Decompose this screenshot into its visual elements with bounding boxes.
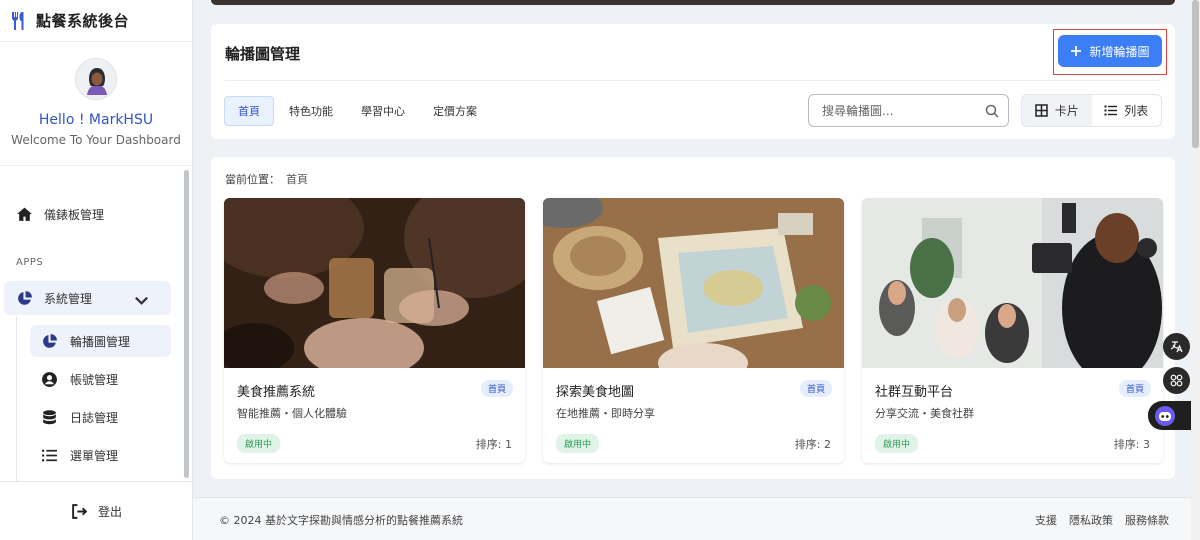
card-title: 美食推薦系統: [237, 385, 316, 400]
carousel-list-panel: 當前位置： 首頁 美食推薦系統 首頁 智能推薦・個人化體驗 啟用中 排序: 1: [211, 157, 1175, 479]
logout-label: 登出: [97, 504, 122, 519]
search-box: [808, 94, 1009, 127]
sidebar-item-label: 輪播圖管理: [70, 334, 131, 349]
divider: [225, 80, 1161, 81]
card-tag-badge: 首頁: [799, 380, 832, 397]
view-toggle: 卡片 列表: [1021, 94, 1162, 127]
carousel-header-panel: 輪播圖管理 新增輪播圖 首頁 特色功能 學習中心 定價方案 卡片 列表: [211, 24, 1175, 139]
page-scrollbar-thumb[interactable]: [1192, 0, 1199, 148]
logout-button[interactable]: 登出: [0, 481, 193, 540]
carousel-card[interactable]: 社群互動平台 首頁 分享交流・美食社群 啟用中 排序: 3: [862, 198, 1163, 463]
card-order: 排序: 1: [475, 438, 512, 451]
chevron-down-icon: [135, 296, 148, 305]
search-icon[interactable]: [985, 104, 999, 118]
welcome-text: Welcome To Your Dashboard: [11, 133, 181, 147]
status-badge: 啟用中: [556, 434, 600, 453]
profile: Hello ! MarkHSU Welcome To Your Dashboar…: [0, 42, 192, 166]
translate-icon: [1170, 341, 1183, 353]
sidebar-item-label: 帳號管理: [70, 372, 119, 387]
sidebar-item-label: 日誌管理: [70, 410, 119, 425]
avatar[interactable]: [75, 58, 117, 100]
view-card-label: 卡片: [1054, 104, 1079, 118]
card-order: 排序: 2: [794, 438, 831, 451]
sidebar-subitem-accounts[interactable]: 帳號管理: [30, 363, 171, 395]
footer-link-privacy[interactable]: 隱私政策: [1069, 512, 1113, 528]
sidebar-item-label: 儀錶板管理: [44, 207, 105, 222]
assistant-bot-button[interactable]: [1148, 401, 1194, 430]
app-title: 點餐系統後台: [36, 12, 130, 30]
bot-icon: [1155, 405, 1175, 426]
pie-chart-icon: [18, 290, 32, 305]
footer-links: 支援 隱私政策 服務條款: [1035, 512, 1169, 528]
plus-icon: [1071, 46, 1082, 56]
carousel-card[interactable]: 探索美食地圖 首頁 在地推薦・即時分享 啟用中 排序: 2: [543, 198, 844, 463]
apps-icon: [1170, 374, 1183, 387]
grid-icon: [1034, 104, 1048, 117]
footer-link-support[interactable]: 支援: [1035, 512, 1057, 528]
card-image: [543, 198, 844, 368]
database-icon: [43, 409, 56, 424]
sidebar-item-label: 系統管理: [44, 291, 93, 306]
sidebar-subitem-menus[interactable]: 選單管理: [30, 439, 171, 471]
card-subtitle: 智能推薦・個人化體驗: [237, 407, 347, 420]
logout-icon: [72, 503, 88, 519]
page-scrollbar[interactable]: [1191, 0, 1200, 540]
sidebar-item-dashboard[interactable]: 儀錶板管理: [4, 197, 171, 231]
card-subtitle: 分享交流・美食社群: [875, 407, 974, 420]
view-card-button[interactable]: 卡片: [1022, 95, 1092, 126]
sidebar-menu: 儀錶板管理 APPS 系統管理 輪播圖管理 帳號管理 日誌管理 選單管理: [0, 167, 193, 481]
card-order: 排序: 3: [1113, 438, 1150, 451]
view-list-button[interactable]: 列表: [1092, 95, 1162, 126]
view-list-label: 列表: [1124, 104, 1149, 118]
tab-pricing[interactable]: 定價方案: [420, 96, 490, 126]
user-greeting: Hello ! MarkHSU: [38, 112, 154, 128]
submenu-guide: [16, 317, 17, 481]
footer: © 2024 基於文字探勘與情感分析的點餐推薦系統 支援 隱私政策 服務條款: [193, 497, 1200, 540]
sidebar-scrollbar[interactable]: [184, 170, 189, 478]
status-badge: 啟用中: [875, 434, 919, 453]
breadcrumb-current[interactable]: 首頁: [286, 173, 308, 186]
breadcrumb-label: 當前位置：: [225, 173, 280, 186]
page-title: 輪播圖管理: [225, 45, 301, 63]
tab-features[interactable]: 特色功能: [276, 96, 346, 126]
apps-button[interactable]: [1163, 367, 1190, 394]
list-icon: [42, 449, 57, 461]
status-badge: 啟用中: [237, 434, 281, 453]
pie-chart-icon: [43, 333, 57, 348]
user-icon: [42, 371, 57, 387]
card-tag-badge: 首頁: [480, 380, 513, 397]
fork-knife-icon: [12, 11, 24, 30]
list-icon: [1104, 105, 1118, 116]
add-carousel-button[interactable]: 新增輪播圖: [1058, 35, 1162, 67]
sidebar-item-label: 選單管理: [70, 448, 119, 463]
breadcrumb: 當前位置： 首頁: [225, 171, 308, 187]
sidebar-subitem-logs[interactable]: 日誌管理: [30, 401, 171, 433]
copyright-text: © 2024 基於文字探勘與情感分析的點餐推薦系統: [219, 514, 463, 527]
tab-learning[interactable]: 學習中心: [348, 96, 418, 126]
card-subtitle: 在地推薦・即時分享: [556, 407, 655, 420]
card-image: [224, 198, 525, 368]
sidebar-item-system[interactable]: 系統管理: [4, 281, 171, 315]
search-input[interactable]: [809, 95, 969, 126]
add-carousel-label: 新增輪播圖: [1089, 44, 1150, 59]
section-label-apps: APPS: [16, 257, 44, 268]
sidebar: 點餐系統後台 Hello ! MarkHSU Welcome To Your D…: [0, 0, 193, 540]
sidebar-subitem-carousel[interactable]: 輪播圖管理: [30, 325, 171, 357]
carousel-card[interactable]: 美食推薦系統 首頁 智能推薦・個人化體驗 啟用中 排序: 1: [224, 198, 525, 463]
brand: 點餐系統後台: [0, 0, 192, 42]
card-title: 社群互動平台: [875, 385, 954, 400]
banner-strip: [211, 0, 1175, 5]
card-image: [862, 198, 1163, 368]
home-icon: [17, 207, 32, 221]
translate-button[interactable]: [1163, 333, 1190, 360]
card-title: 探索美食地圖: [556, 385, 635, 400]
card-tag-badge: 首頁: [1118, 380, 1151, 397]
footer-link-terms[interactable]: 服務條款: [1125, 512, 1169, 528]
tab-home[interactable]: 首頁: [224, 96, 274, 126]
